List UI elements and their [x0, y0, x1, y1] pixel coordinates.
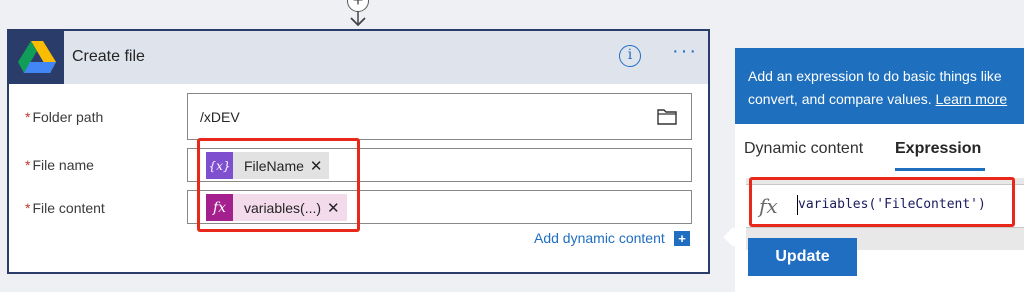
update-button[interactable]: Update — [748, 238, 857, 276]
file-content-label: * File content — [25, 200, 105, 216]
panel-description-line2-text: convert, and compare values. — [748, 91, 936, 107]
folder-path-label-text: Folder path — [32, 109, 104, 125]
panel-description-line2: convert, and compare values. Learn more — [748, 88, 1007, 111]
card-title: Create file — [72, 48, 145, 65]
google-drive-icon — [18, 41, 56, 73]
learn-more-link[interactable]: Learn more — [936, 91, 1008, 107]
annotation-highlight — [749, 177, 1015, 227]
folder-path-input[interactable]: /xDEV — [187, 93, 692, 140]
file-content-label-text: File content — [32, 200, 105, 216]
file-name-label: * File name — [25, 157, 94, 173]
folder-path-value: /xDEV — [200, 109, 240, 125]
required-marker: * — [25, 157, 31, 173]
tab-dynamic-content[interactable]: Dynamic content — [744, 140, 863, 158]
folder-path-label: * Folder path — [25, 109, 103, 125]
tab-expression[interactable]: Expression — [895, 140, 981, 158]
add-dynamic-content-link[interactable]: Add dynamic content — [534, 230, 665, 246]
info-icon[interactable]: i — [619, 45, 641, 67]
dynamic-content-panel: Add an expression to do basic things lik… — [735, 48, 1024, 292]
service-icon-tile — [9, 31, 64, 84]
card-header[interactable]: Create file i ··· — [9, 31, 708, 84]
active-tab-indicator — [895, 168, 985, 171]
connector-arrow-icon — [350, 11, 366, 27]
more-options-icon[interactable]: ··· — [672, 40, 698, 63]
annotation-highlight — [197, 138, 360, 232]
required-marker: * — [25, 200, 31, 216]
panel-description-line1: Add an expression to do basic things lik… — [748, 68, 1002, 84]
add-dynamic-content-plus-icon[interactable]: + — [674, 231, 690, 246]
panel-header: Add an expression to do basic things lik… — [735, 48, 1024, 124]
required-marker: * — [25, 109, 31, 125]
folder-icon[interactable] — [657, 108, 677, 125]
file-name-label-text: File name — [32, 157, 94, 173]
